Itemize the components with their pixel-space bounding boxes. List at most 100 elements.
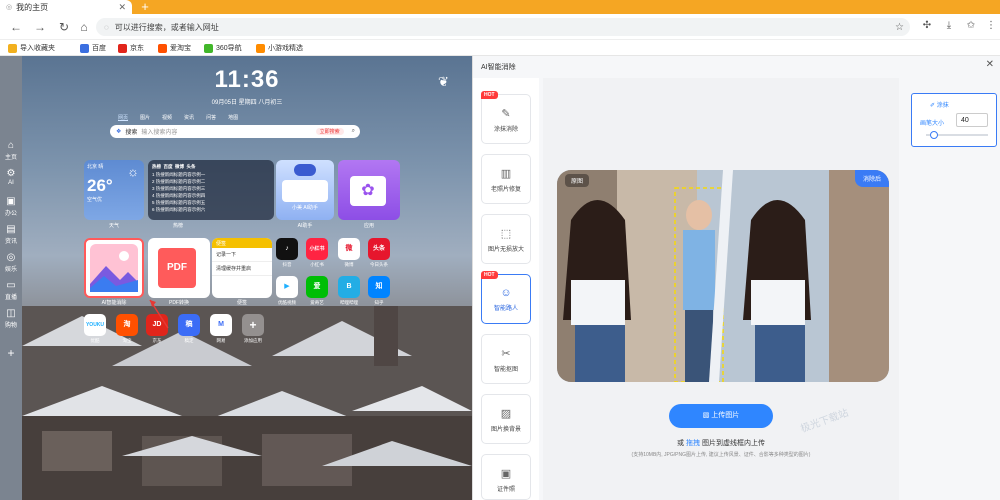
douyin-app-icon[interactable]: ♪ bbox=[276, 238, 298, 260]
search-tab[interactable]: 图片 bbox=[140, 114, 150, 121]
taobao-app-icon[interactable]: 淘 bbox=[116, 314, 138, 336]
weather-temp: 26° bbox=[87, 176, 113, 195]
sidebar-item-shop[interactable]: ◫ 购物 bbox=[0, 308, 22, 329]
brush-mode-label[interactable]: ✐ 涂抹 bbox=[930, 100, 949, 109]
brush-size-slider-handle[interactable] bbox=[930, 131, 938, 139]
brush-size-input[interactable] bbox=[956, 113, 988, 127]
search-engine-icon[interactable]: ❖ bbox=[116, 128, 121, 135]
hot-item[interactable]: 4 热搜新闻标题内容示例四 bbox=[152, 192, 270, 199]
bookmark-star-icon[interactable]: ☆ bbox=[895, 22, 904, 33]
jd-app-icon[interactable]: JD bbox=[146, 314, 168, 336]
hot-item[interactable]: 1 热搜新闻标题内容示例一 bbox=[152, 171, 270, 178]
bookmark-360[interactable]: 360导航 bbox=[204, 43, 242, 53]
search-promo-pill[interactable]: 立即搜索 bbox=[315, 128, 344, 135]
tool-remove-passerby[interactable]: HOT ☺ 智能路人 bbox=[481, 271, 531, 324]
app-label: 优酷 bbox=[90, 338, 100, 343]
search-tab[interactable]: 视频 bbox=[162, 114, 172, 121]
tool-label: 智能路人 bbox=[493, 306, 518, 312]
close-tab-icon[interactable]: ✕ bbox=[118, 2, 126, 13]
bookmark-games[interactable]: 小游戏精选 bbox=[256, 43, 303, 53]
background-icon: ▨ bbox=[500, 408, 512, 420]
gaoding-app-icon[interactable]: 稿 bbox=[178, 314, 200, 336]
toutiao-app-icon[interactable]: 头条 bbox=[368, 238, 390, 260]
bilibili-app-icon[interactable]: B bbox=[338, 276, 360, 298]
search-icon[interactable]: ⌕ bbox=[352, 128, 355, 135]
search-tab[interactable]: 资讯 bbox=[184, 114, 194, 121]
forward-icon[interactable]: → bbox=[32, 19, 48, 35]
homepage-search-input[interactable]: ❖ 搜索 输入搜索内容 立即搜索 ⌕ bbox=[110, 125, 360, 138]
close-panel-icon[interactable]: ✕ bbox=[986, 59, 994, 70]
back-icon[interactable]: ← bbox=[8, 19, 24, 35]
hot-tab[interactable]: 百度 bbox=[164, 164, 173, 169]
tool-old-photo[interactable]: ▥ 老照片修复 bbox=[481, 154, 531, 204]
search-tab[interactable]: 地图 bbox=[228, 114, 238, 121]
ai-assistant-card[interactable]: 小美 AI助手 bbox=[276, 160, 334, 220]
hot-list-card[interactable]: 热榜 百度 微博 头条 1 热搜新闻标题内容示例一 2 热搜新闻标题内容示例二 … bbox=[148, 160, 274, 220]
note-title: 便签 bbox=[212, 238, 272, 248]
sidebar-item-fun[interactable]: ◎ 娱乐 bbox=[0, 252, 22, 273]
tool-label: 图片换背景 bbox=[490, 427, 521, 433]
hot-item[interactable]: 6 热搜新闻标题内容示例六 bbox=[152, 206, 270, 213]
iqiyi-app-icon[interactable]: 爱 bbox=[306, 276, 328, 298]
netease-app-icon[interactable]: M bbox=[210, 314, 232, 336]
pdf-tile[interactable]: PDF bbox=[148, 238, 210, 298]
image-workarea[interactable]: 原图 消除后 ▧ 上传图片 极光下载站 或 拖拽 图片到虚线框内上传 (支持10… bbox=[543, 78, 899, 500]
add-app-icon[interactable]: + bbox=[242, 314, 264, 336]
weibo-app-icon[interactable]: 微 bbox=[338, 238, 360, 260]
hot-item[interactable]: 5 热搜新闻标题内容示例五 bbox=[152, 199, 270, 206]
xiaohongshu-app-icon[interactable]: 小红书 bbox=[306, 238, 328, 260]
youku-app-icon[interactable]: YOUKU bbox=[84, 314, 106, 336]
ai-erase-tile[interactable] bbox=[84, 238, 144, 298]
tip-drag-link[interactable]: 拖拽 bbox=[686, 440, 700, 447]
app-label: 稿定 bbox=[184, 338, 194, 343]
bookmark-jd[interactable]: 京东 bbox=[118, 43, 144, 53]
ai-card-text: 小美 AI助手 bbox=[291, 205, 319, 211]
homepage-sidebar: ⌂ 主页 ⚙ AI ▣ 办公 ▤ 资讯 ◎ 娱乐 ▭ 直播 ◫ 购物 + bbox=[0, 56, 22, 500]
new-tab-button[interactable]: + bbox=[138, 0, 152, 14]
address-bar[interactable]: ◌ 可以进行搜索，或者输入网址 ☆ bbox=[96, 18, 910, 36]
tool-cutout[interactable]: ✂ 智能抠图 bbox=[481, 334, 531, 384]
pdf-icon: PDF bbox=[158, 248, 196, 288]
bookmark-baidu[interactable]: 百度 bbox=[80, 43, 106, 53]
note-tile[interactable]: 便签 记录一下 清理缓存并重启 bbox=[212, 238, 272, 298]
before-after-comparison: 原图 消除后 bbox=[557, 170, 889, 382]
bookmark-import[interactable]: 导入收藏夹 bbox=[8, 43, 55, 53]
sidebar-item-home[interactable]: ⌂ 主页 bbox=[0, 140, 22, 161]
note-row[interactable]: 清理缓存并重启 bbox=[212, 262, 272, 276]
tool-enlarge[interactable]: ⬚ 图片无损放大 bbox=[481, 214, 531, 264]
menu-icon[interactable]: ⋮ bbox=[984, 19, 998, 33]
search-tab[interactable]: 网页 bbox=[118, 114, 128, 121]
weather-card[interactable]: 北京 晴 26° 空气优 ☼ bbox=[84, 160, 144, 220]
hot-item[interactable]: 3 热搜新闻标题内容示例三 bbox=[152, 185, 270, 192]
hot-item[interactable]: 2 热搜新闻标题内容示例二 bbox=[152, 178, 270, 185]
sidebar-item-ai[interactable]: ⚙ AI bbox=[0, 168, 22, 186]
tab-my-homepage[interactable]: ◎ 我的主页 ✕ bbox=[0, 0, 132, 14]
tool-label: 老照片修复 bbox=[490, 187, 521, 193]
tool-smear-erase[interactable]: HOT ✎ 涂抹消除 bbox=[481, 91, 531, 144]
app-label: 淘宝 bbox=[122, 338, 132, 343]
extensions-icon[interactable]: ✣ bbox=[920, 19, 934, 33]
video-app-icon[interactable]: ▶ bbox=[276, 276, 298, 298]
hot-tab[interactable]: 热榜 bbox=[152, 164, 161, 169]
hot-tab[interactable]: 微博 bbox=[175, 164, 184, 169]
site-info-icon[interactable]: ◌ bbox=[104, 23, 109, 32]
upload-image-button[interactable]: ▧ 上传图片 bbox=[669, 404, 773, 428]
sidebar-item-live[interactable]: ▭ 直播 bbox=[0, 280, 22, 301]
brush-icon: ✎ bbox=[501, 108, 511, 120]
favorites-icon[interactable]: ✩ bbox=[964, 19, 978, 33]
sidebar-item-news[interactable]: ▤ 资讯 bbox=[0, 224, 22, 245]
reload-icon[interactable]: ↻ bbox=[56, 19, 72, 35]
sidebar-add-button[interactable]: + bbox=[0, 346, 22, 360]
search-tab[interactable]: 问答 bbox=[206, 114, 216, 121]
search-engine-label[interactable]: 搜索 bbox=[125, 127, 137, 136]
bookmark-aitaobao[interactable]: 爱淘宝 bbox=[158, 43, 191, 53]
sidebar-item-office[interactable]: ▣ 办公 bbox=[0, 196, 22, 217]
zhihu-app-icon[interactable]: 知 bbox=[368, 276, 390, 298]
download-icon[interactable]: ⤓ bbox=[942, 19, 956, 33]
hot-tab[interactable]: 头条 bbox=[187, 164, 196, 169]
note-row[interactable]: 记录一下 bbox=[212, 248, 272, 262]
tool-id-photo[interactable]: ▣ 证件照 bbox=[481, 454, 531, 500]
app-launcher-card[interactable]: ✿ bbox=[338, 160, 400, 220]
home-button-icon[interactable]: ⌂ bbox=[76, 19, 92, 35]
tool-change-background[interactable]: ▨ 图片换背景 bbox=[481, 394, 531, 444]
